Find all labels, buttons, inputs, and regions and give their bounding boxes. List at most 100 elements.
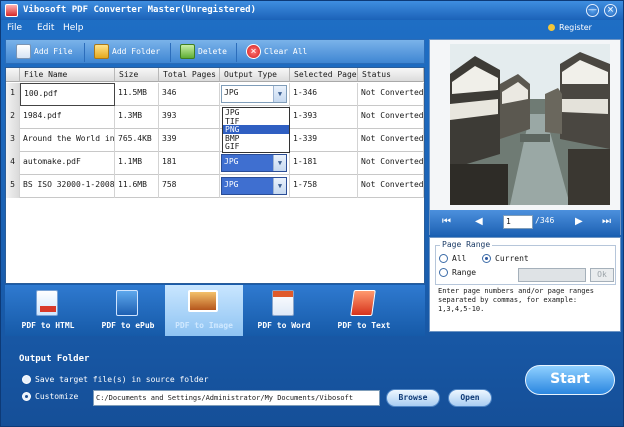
add-folder-label: Add Folder [112,47,161,56]
column-header-selected-page[interactable]: Selected Page [290,68,358,82]
row-number: 2 [6,106,20,129]
add-file-button[interactable]: Add File [14,42,73,62]
add-file-icon [16,44,31,59]
menu-bar: File Edit Help Register [1,20,623,37]
column-header-size[interactable]: Size [115,68,159,82]
page-preview-image [450,44,610,205]
page-navigator: ⏮ ◀ 1 /346 ▶ ⏭ [430,210,620,235]
register-link[interactable]: Register [548,23,592,32]
customize-radio[interactable] [22,392,31,401]
file-name-cell[interactable]: BS ISO 32000-1-2008 [20,175,115,198]
file-table: File Name Size Total Pages Output Type S… [5,67,425,284]
page-range-panel: Page Range All Current Range Ok Enter pa… [429,237,621,332]
chevron-down-icon[interactable]: ▼ [273,155,286,171]
table-row[interactable]: 3 Around the World in 765.4KB 339 1-339 … [6,129,424,152]
size-cell: 765.4KB [115,129,159,152]
epub-icon [116,290,138,316]
table-row[interactable]: 1 100.pdf 11.5MB 346 JPG ▼ 1-346 Not Conv… [6,83,424,106]
word-icon [272,290,294,316]
dropdown-option[interactable]: JPG [223,108,289,117]
file-name-cell[interactable]: 1984.pdf [20,106,115,129]
range-radio[interactable] [439,268,448,277]
all-radio[interactable] [439,254,448,263]
add-file-label: Add File [34,47,73,56]
file-name-cell[interactable]: 100.pdf [20,83,115,106]
size-cell: 11.6MB [115,175,159,198]
output-type-select[interactable]: JPG ▼ [221,177,287,195]
size-cell: 1.1MB [115,152,159,175]
minimize-button[interactable]: — [586,4,599,17]
delete-label: Delete [198,47,227,56]
selected-page-cell[interactable]: 1-393 [290,106,358,129]
next-page-icon[interactable]: ▶ [575,216,583,228]
tab-label: PDF to Image [175,321,233,330]
canal-photo-icon [450,44,610,205]
delete-button[interactable]: Delete [178,42,227,62]
column-header-output-type[interactable]: Output Type [220,68,290,82]
selected-page-cell[interactable]: 1-758 [290,175,358,198]
open-button[interactable]: Open [448,389,492,407]
total-pages-cell: 758 [159,175,220,198]
close-button[interactable]: × [604,4,617,17]
page-number-input[interactable]: 1 [503,215,533,229]
file-name-cell[interactable]: automake.pdF [20,152,115,175]
selected-page-cell[interactable]: 1-346 [290,83,358,106]
dropdown-option[interactable]: GIF [223,142,289,152]
selected-page-cell[interactable]: 1-339 [290,129,358,152]
total-pages-cell: 393 [159,106,220,129]
range-label: Range [452,268,477,277]
register-label: Register [559,23,592,32]
title-bar: Vibosoft PDF Converter Master(Unregister… [1,1,623,20]
dropdown-option[interactable]: TIF [223,117,289,126]
toolbar-divider [84,43,85,62]
dropdown-option-highlighted[interactable]: PNG [223,125,289,134]
all-label: All [452,254,467,263]
clear-icon: × [246,44,261,59]
toolbar: Add File Add Folder Delete × Clear All [5,39,425,64]
file-name-cell[interactable]: Around the World in [20,129,115,152]
source-folder-radio[interactable] [22,375,31,384]
selected-page-cell[interactable]: 1-181 [290,152,358,175]
first-page-icon[interactable]: ⏮ [442,216,451,228]
output-path-input[interactable]: C:/Documents and Settings/Administrator/… [93,390,380,406]
browse-button[interactable]: Browse [386,389,440,407]
preview-panel: ⏮ ◀ 1 /346 ▶ ⏭ [429,39,621,235]
chevron-down-icon[interactable]: ▼ [273,178,286,194]
menu-file[interactable]: File [7,23,22,33]
output-type-select[interactable]: JPG ▼ [221,85,287,103]
dropdown-option[interactable]: BMP [223,134,289,143]
range-ok-button[interactable]: Ok [590,268,614,282]
output-type-select[interactable]: JPG ▼ [221,154,287,172]
menu-edit[interactable]: Edit [37,23,54,33]
table-row[interactable]: 4 automake.pdF 1.1MB 181 JPG ▼ 1-181 Not … [6,152,424,175]
toolbar-divider [170,43,171,62]
status-cell: Not Converted [358,175,424,198]
current-label: Current [495,254,529,263]
tab-pdf-to-image[interactable]: PDF to Image [165,285,243,336]
start-button[interactable]: Start [525,365,615,395]
current-radio[interactable] [482,254,491,263]
column-header-total-pages[interactable]: Total Pages [159,68,220,82]
column-header-status[interactable]: Status [358,68,424,82]
app-window: Vibosoft PDF Converter Master(Unregister… [0,0,624,427]
status-cell: Not Converted [358,106,424,129]
last-page-icon[interactable]: ⏭ [602,216,611,228]
tab-pdf-to-word[interactable]: PDF to Word [245,285,323,336]
menu-help[interactable]: Help [63,23,84,33]
column-header-file-name[interactable]: File Name [20,68,115,82]
html-icon [36,290,58,316]
range-input[interactable] [518,268,586,282]
table-row[interactable]: 2 1984.pdf 1.3MB 393 1-393 Not Converted [6,106,424,129]
page-total: /346 [535,216,555,225]
chevron-down-icon[interactable]: ▼ [273,86,286,102]
tab-pdf-to-html[interactable]: PDF to HTML [9,285,87,336]
add-folder-button[interactable]: Add Folder [92,42,160,62]
tab-pdf-to-epub[interactable]: PDF to ePub [89,285,167,336]
clear-all-button[interactable]: × Clear All [244,42,307,62]
output-folder-panel: Output Folder Save target file(s) in sou… [5,341,619,425]
tab-pdf-to-text[interactable]: PDF to Text [325,285,403,336]
total-pages-cell: 181 [159,152,220,175]
folder-icon [94,44,109,59]
table-row[interactable]: 5 BS ISO 32000-1-2008 11.6MB 758 JPG ▼ 1-… [6,175,424,198]
previous-page-icon[interactable]: ◀ [475,216,483,228]
